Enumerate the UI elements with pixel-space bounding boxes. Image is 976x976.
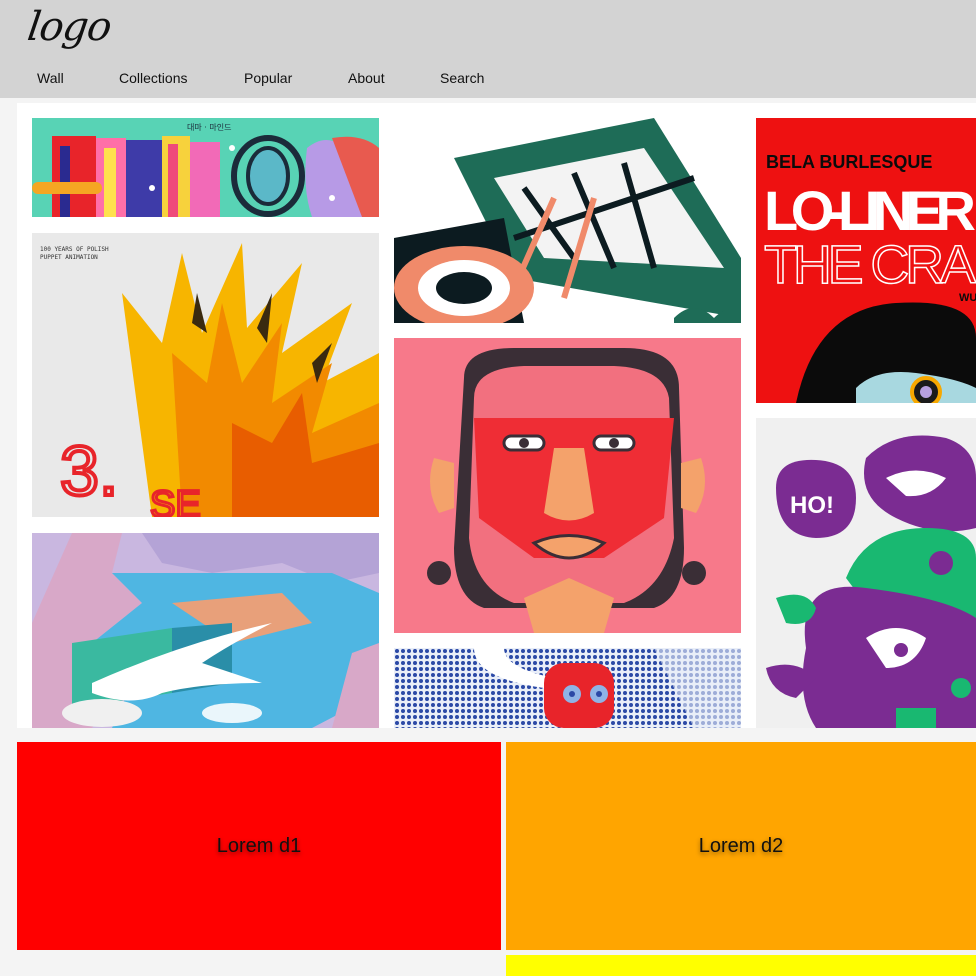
lo-liner-line3: THE CRA bbox=[764, 235, 976, 295]
gallery-card-graffiti[interactable]: HO! bbox=[756, 418, 976, 728]
puppet-caption-line2: PUPPET ANIMATION bbox=[40, 254, 98, 261]
tile-d2-label: Lorem d2 bbox=[698, 834, 784, 857]
gallery-card-lettering[interactable]: 대마 · 마인드 bbox=[32, 118, 379, 217]
site-logo[interactable]: logo bbox=[25, 4, 114, 50]
lettering-small-text: 대마 · 마인드 bbox=[187, 122, 231, 132]
puppet-caption-line1: 100 YEARS OF POLISH bbox=[40, 246, 109, 253]
gallery-grid: 대마 · 마인드 100 YEARS OF POLISH PUPPET ANIM… bbox=[17, 103, 976, 728]
tile-d1-label: Lorem d1 bbox=[216, 834, 302, 857]
graffiti-artwork: HO! bbox=[756, 418, 976, 728]
gallery-card-lo-liner[interactable]: BELA BURLESQUE LO-LINER THE CRA WU bbox=[756, 118, 976, 403]
lo-liner-line2: LO-LINER bbox=[764, 179, 976, 242]
lo-liner-artwork: BELA BURLESQUE LO-LINER THE CRA WU bbox=[756, 118, 976, 403]
site-header: logo Wall Collections Popular About Sear… bbox=[0, 0, 976, 98]
puppet-number: 3. bbox=[60, 432, 118, 510]
nav-wall[interactable]: Wall bbox=[37, 70, 64, 86]
gallery-card-aircraft[interactable] bbox=[394, 118, 741, 323]
gallery-card-halftone[interactable] bbox=[394, 648, 741, 728]
nav-popular[interactable]: Popular bbox=[244, 70, 292, 86]
wings-artwork: 100 YEARS OF POLISH PUPPET ANIMATION 3. … bbox=[32, 233, 379, 517]
nav-search[interactable]: Search bbox=[440, 70, 484, 86]
river-artwork bbox=[32, 533, 379, 728]
tile-d3[interactable] bbox=[506, 955, 976, 976]
nav-about[interactable]: About bbox=[348, 70, 385, 86]
gallery-card-face[interactable] bbox=[394, 338, 741, 633]
face-artwork bbox=[394, 338, 741, 633]
lettering-artwork: 대마 · 마인드 bbox=[32, 118, 379, 217]
aircraft-artwork bbox=[394, 118, 741, 323]
puppet-letters: SE bbox=[150, 484, 201, 517]
lo-liner-line4: WU bbox=[959, 292, 976, 304]
nav-collections[interactable]: Collections bbox=[119, 70, 187, 86]
graffiti-bubble-text: HO! bbox=[790, 492, 834, 519]
halftone-artwork bbox=[394, 648, 741, 728]
lo-liner-line1: BELA BURLESQUE bbox=[766, 152, 932, 172]
gallery-card-river[interactable] bbox=[32, 533, 379, 728]
tile-d2[interactable]: Lorem d2 bbox=[506, 742, 976, 950]
gallery-card-wings[interactable]: 100 YEARS OF POLISH PUPPET ANIMATION 3. … bbox=[32, 233, 379, 517]
tile-d1[interactable]: Lorem d1 bbox=[17, 742, 501, 950]
